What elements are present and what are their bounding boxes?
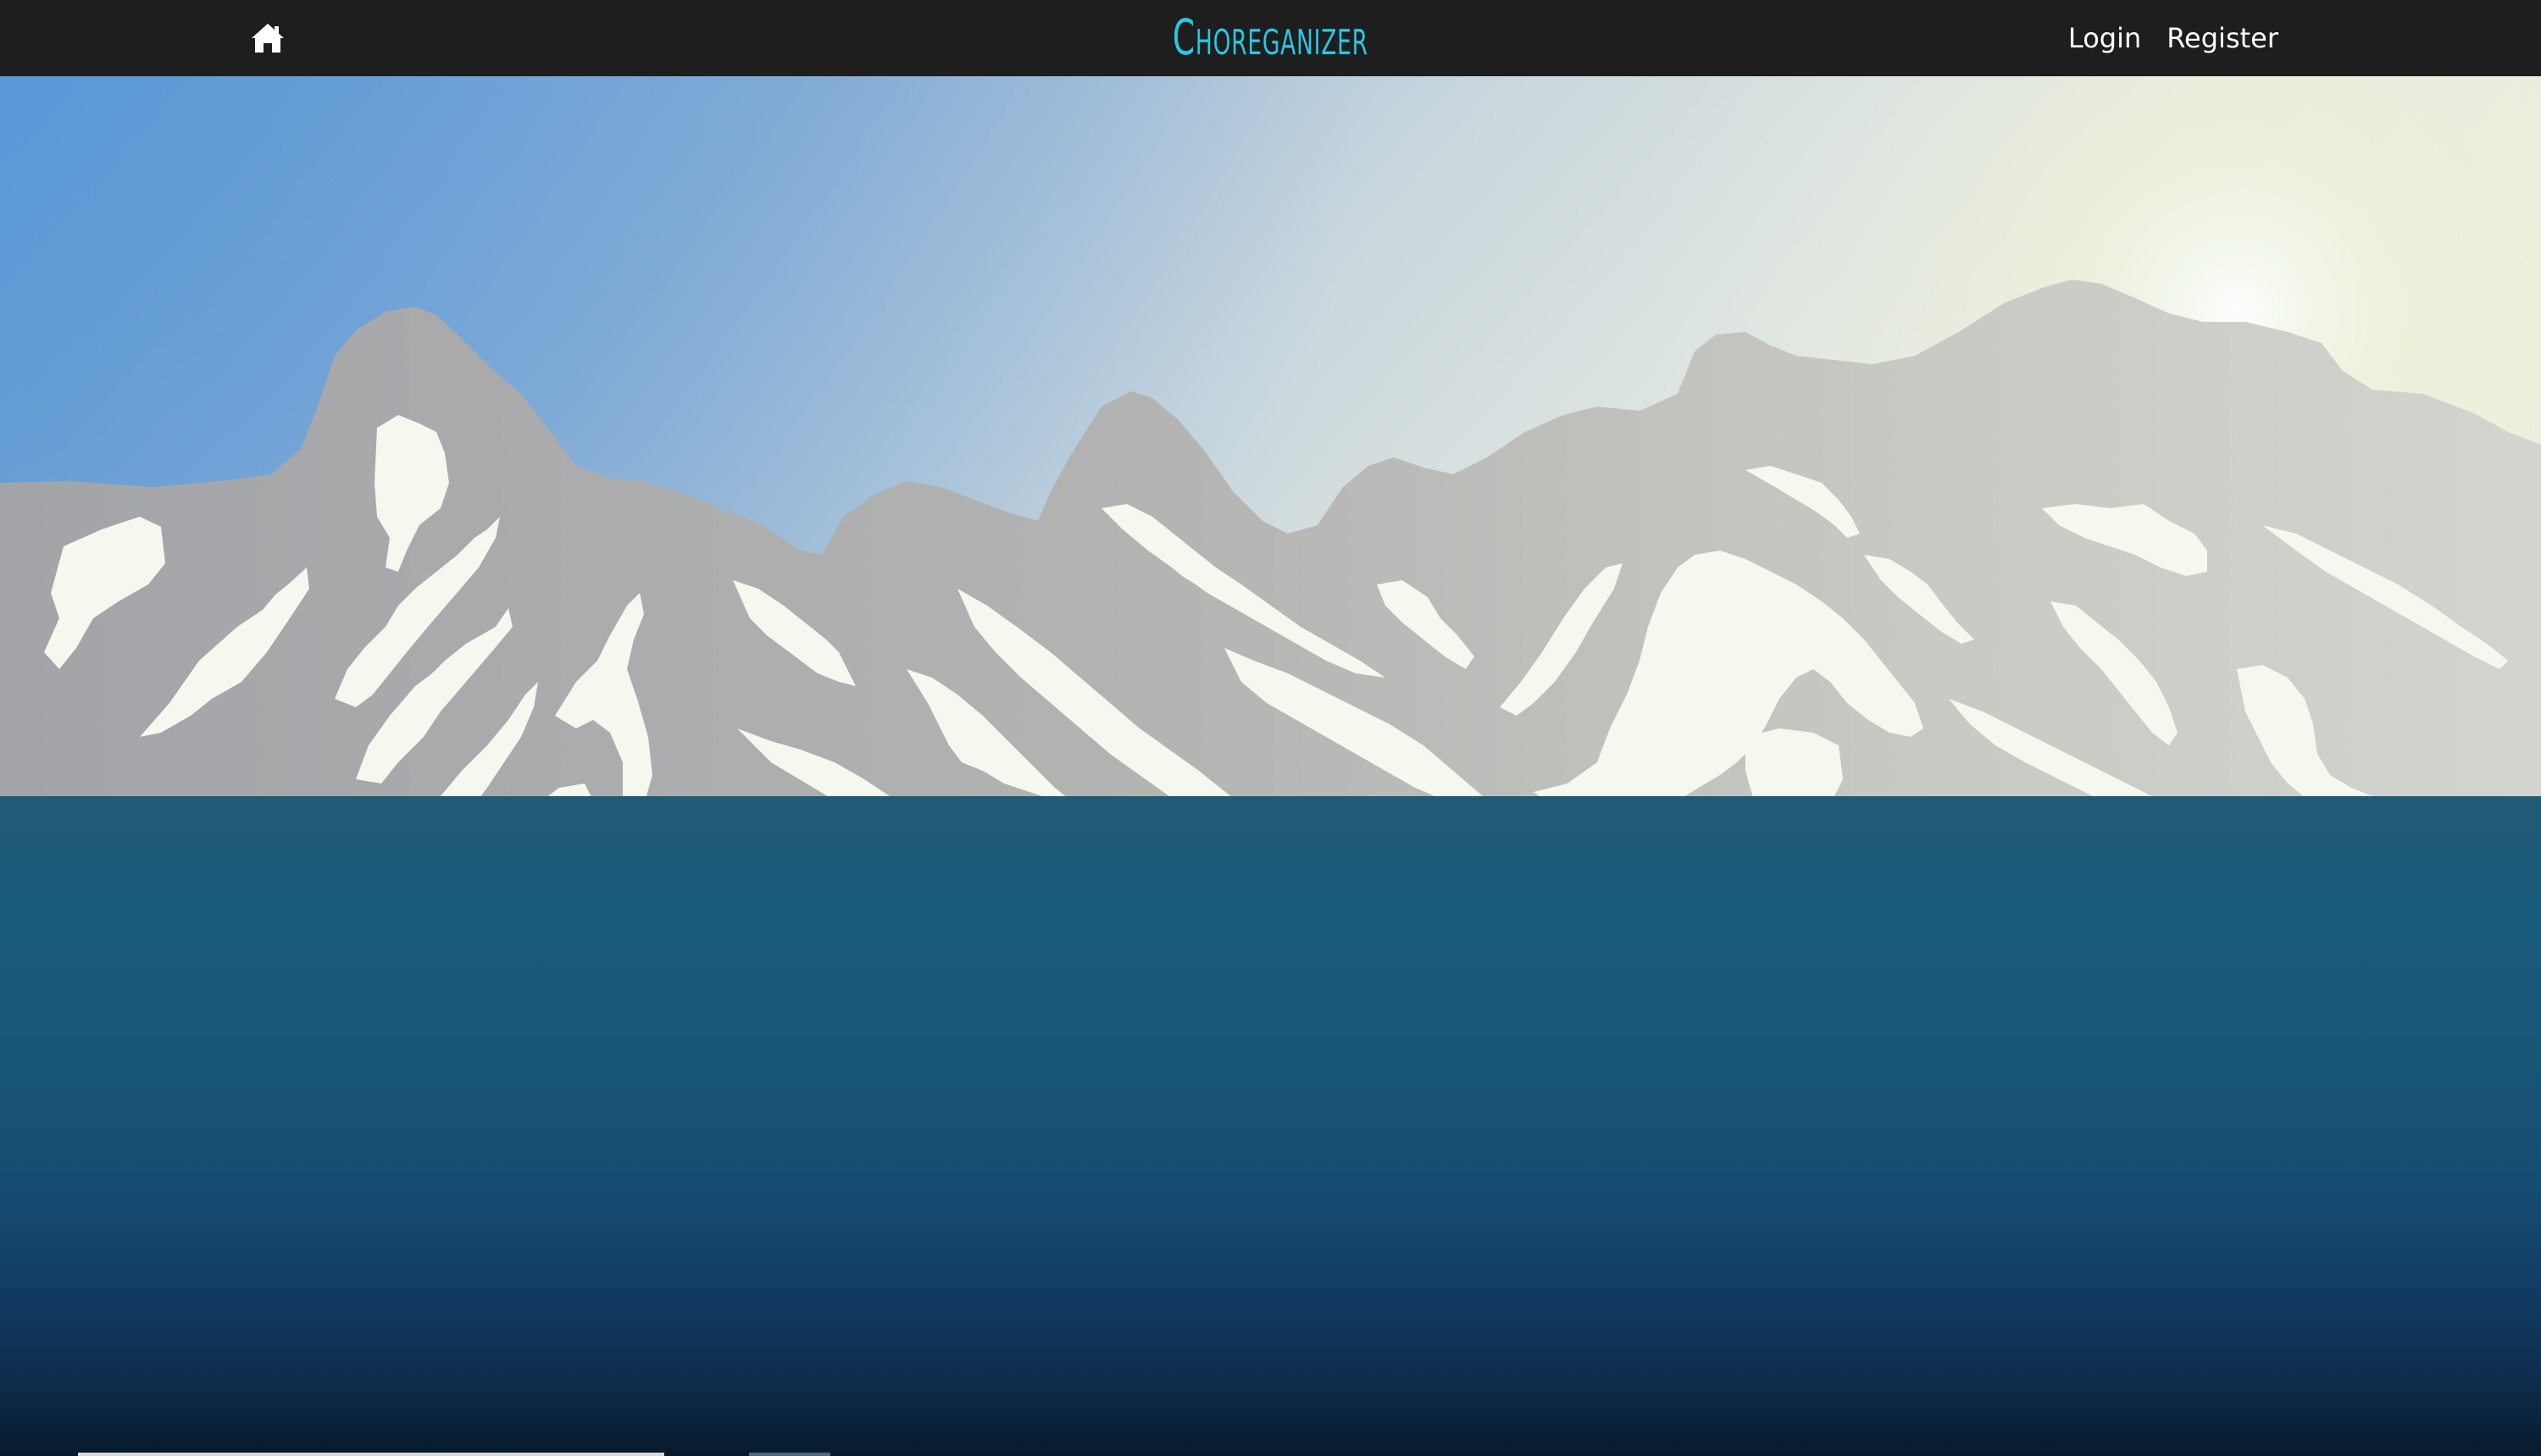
home-button[interactable]: [251, 22, 285, 54]
register-link[interactable]: Register: [2167, 22, 2278, 54]
sea-section: [0, 796, 2541, 1456]
bottom-divider-secondary: [749, 1453, 830, 1456]
mountain-landscape-illustration: [0, 76, 2541, 796]
bottom-divider: [78, 1453, 664, 1456]
hero-banner: [0, 76, 2541, 796]
auth-nav: Login Register: [2068, 0, 2278, 76]
top-navbar: Choreganizer Login Register: [0, 0, 2541, 76]
login-link[interactable]: Login: [2068, 22, 2141, 54]
brand-title: Choreganizer: [1172, 8, 1368, 66]
home-icon: [252, 24, 284, 53]
